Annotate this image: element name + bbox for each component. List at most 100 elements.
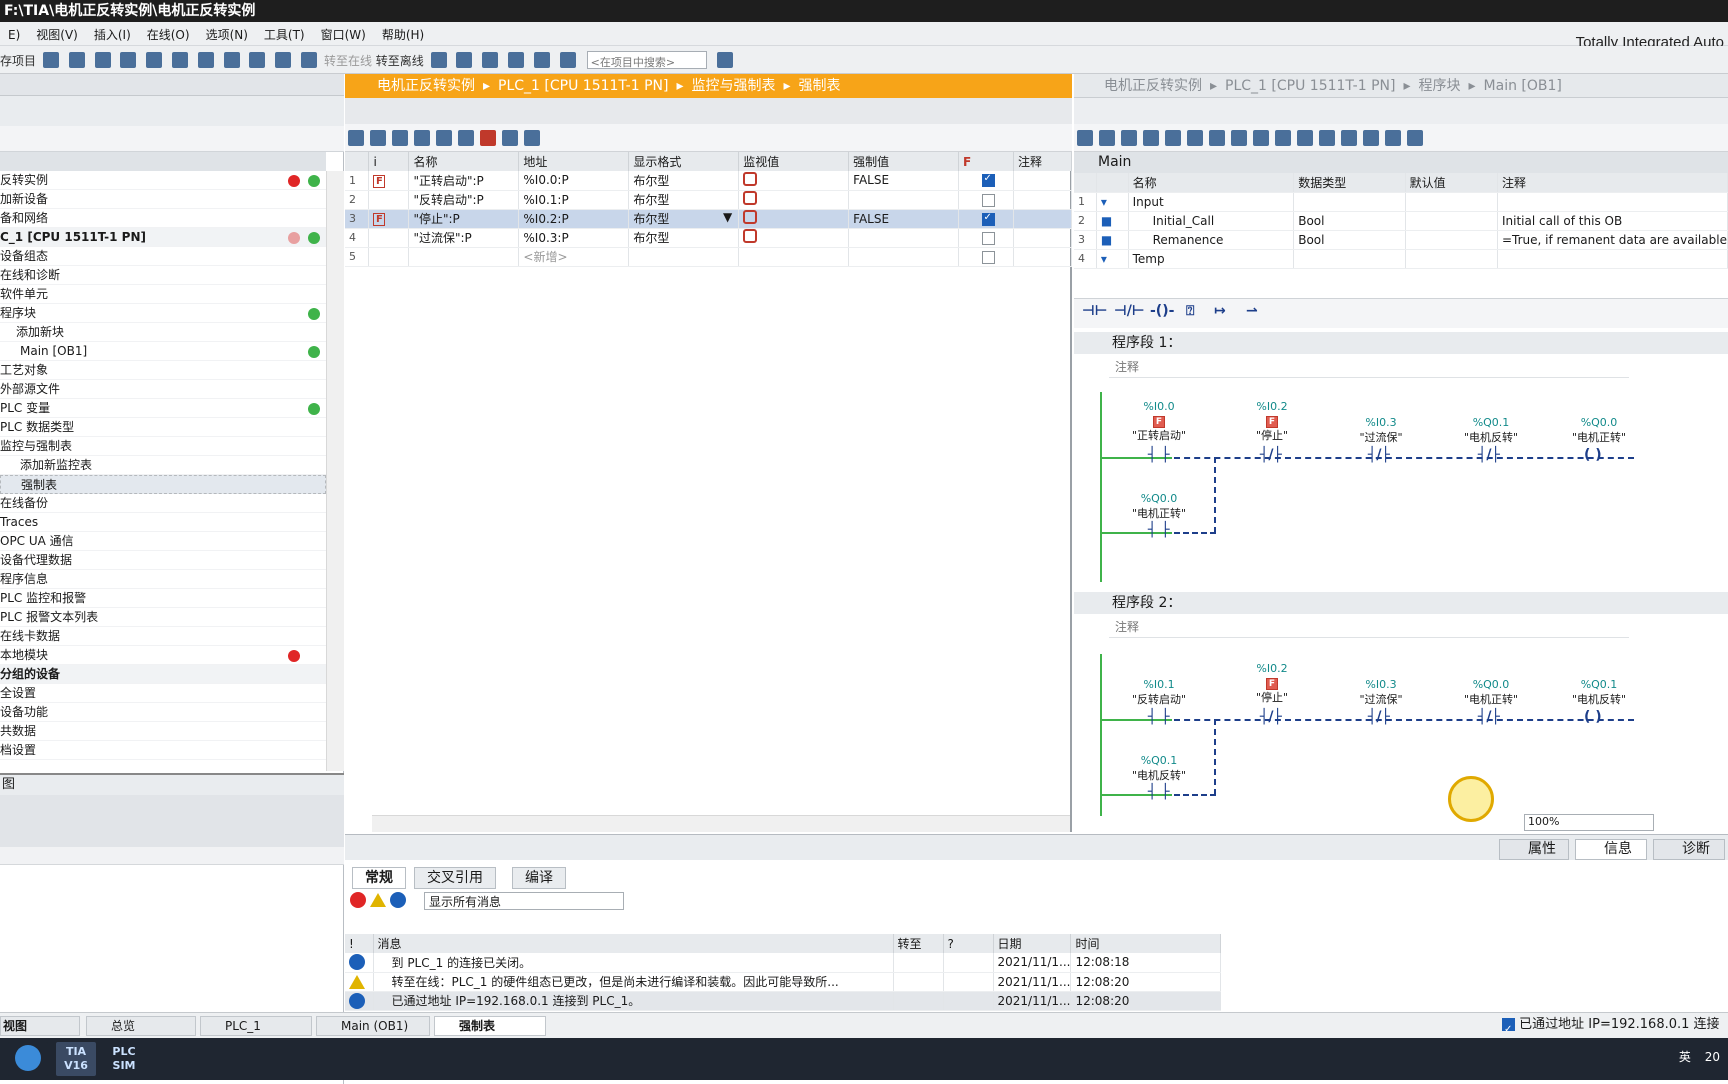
tree-item[interactable]: 在线和诊断 <box>0 266 326 285</box>
col-force-value[interactable]: 强制值 <box>848 152 960 171</box>
menu-view[interactable]: 视图(V) <box>28 22 86 43</box>
message-filter-select[interactable]: 显示所有消息 <box>424 892 624 910</box>
branch-contact-q00[interactable]: %Q0.0 "电机正转" <box>1104 492 1214 521</box>
tool-icon[interactable] <box>1209 130 1225 146</box>
branch-contact-q01[interactable]: %Q0.1 "电机反转" <box>1104 754 1214 783</box>
tree-item[interactable]: 档设置 <box>0 741 326 760</box>
tool-icon[interactable] <box>1407 130 1423 146</box>
zoom-select[interactable]: 100% <box>1524 814 1654 831</box>
tree-item[interactable]: 加新设备 <box>0 190 326 209</box>
menu-online[interactable]: 在线(O) <box>139 22 198 43</box>
tree-item[interactable]: OPC UA 通信 <box>0 532 326 551</box>
col-address[interactable]: 地址 <box>518 152 630 171</box>
detail-view-header[interactable]: 图 <box>0 773 344 795</box>
insert-row-icon[interactable] <box>348 130 364 146</box>
paste-icon[interactable] <box>120 52 137 68</box>
table-row[interactable]: 2 ■ Initial_Call Bool Initial call of this O… <box>1074 211 1728 231</box>
tree-item[interactable]: 本地模块 <box>0 646 326 665</box>
tree-item[interactable]: 外部源文件 <box>0 380 326 399</box>
tree-item[interactable]: 备和网络 <box>0 209 326 228</box>
tool-icon[interactable] <box>1341 130 1357 146</box>
force-checkbox[interactable] <box>981 173 995 188</box>
tree-item[interactable]: 设备代理数据 <box>0 551 326 570</box>
tab-diagnostics[interactable]: 诊断 <box>1653 839 1725 860</box>
tree-scrollbar[interactable] <box>326 171 344 771</box>
contact-i01[interactable]: %I0.1 "反转启动" <box>1104 678 1214 707</box>
tree-item[interactable]: Main [OB1] <box>0 342 326 361</box>
close-branch-icon[interactable]: ⇀ <box>1246 303 1258 319</box>
tab-info[interactable]: 信息 <box>1575 839 1647 860</box>
tool-icon[interactable] <box>1319 130 1335 146</box>
tree-item[interactable]: 添加新监控表 <box>0 456 326 475</box>
coil-icon[interactable]: -()- <box>1150 303 1174 319</box>
col-comment[interactable]: 注释 <box>1013 152 1073 171</box>
menu-window[interactable]: 窗口(W) <box>313 22 374 43</box>
table-row[interactable]: 3 ■ Remanence Bool =True, if remanent data a… <box>1074 230 1728 250</box>
force-all-icon[interactable] <box>436 130 452 146</box>
split-vertical-icon[interactable] <box>559 52 576 68</box>
network-2-comment[interactable]: 注释 <box>1109 616 1629 638</box>
force-checkbox[interactable] <box>981 250 995 264</box>
task-force-table[interactable]: 强制表 <box>434 1016 546 1036</box>
network-2-header[interactable]: 程序段 2： <box>1074 592 1728 614</box>
tab-properties[interactable]: 属性 <box>1499 839 1569 860</box>
delete-icon[interactable] <box>146 52 163 68</box>
empty-box-icon[interactable]: ⍰ <box>1186 303 1194 319</box>
tool-icon[interactable] <box>1077 130 1093 146</box>
tree-item[interactable]: 在线卡数据 <box>0 627 326 646</box>
tree-item-plc[interactable]: C_1 [CPU 1511T-1 PN] <box>0 228 326 247</box>
tree-item[interactable]: 反转实例 <box>0 171 326 190</box>
close-icon[interactable] <box>508 52 525 68</box>
table-row[interactable]: 5 <新增> <box>345 247 1073 267</box>
contact-q00[interactable]: %Q0.0 "电机正转" <box>1436 678 1546 707</box>
force-checkbox[interactable] <box>981 231 995 245</box>
start-icon[interactable] <box>8 1042 48 1076</box>
contact-i03[interactable]: %I0.3 "过流保" <box>1326 416 1436 445</box>
tool-icon[interactable] <box>1275 130 1291 146</box>
info-filter-icon[interactable] <box>389 892 406 908</box>
tia-portal-app[interactable]: TIA V16 <box>56 1042 96 1076</box>
tree-item[interactable]: 设备组态 <box>0 247 326 266</box>
normally-open-contact-icon[interactable]: ⊣⊢ <box>1082 303 1108 319</box>
clock[interactable]: 20 <box>1705 1050 1720 1064</box>
tree-item[interactable]: 添加新块 <box>0 323 326 342</box>
tree-item[interactable]: 在线备份 <box>0 494 326 513</box>
menu-insert[interactable]: 插入(I) <box>86 22 139 43</box>
menu-help[interactable]: 帮助(H) <box>374 22 432 43</box>
tree-item[interactable]: PLC 变量 <box>0 399 326 418</box>
tree-item[interactable]: 全设置 <box>0 684 326 703</box>
tab-general[interactable]: 常规 <box>352 867 406 889</box>
tree-item[interactable]: PLC 数据类型 <box>0 418 326 437</box>
tool-icon[interactable] <box>1165 130 1181 146</box>
go-online-button[interactable]: 转至在线 <box>324 52 372 69</box>
table-row-selected[interactable]: 3 F "停止":P %I0.2:P 布尔型 ▼ FALSE <box>345 209 1073 229</box>
tree-item[interactable]: 分组的设备 <box>0 665 326 684</box>
tree-item[interactable]: PLC 监控和报警 <box>0 589 326 608</box>
force-icon[interactable] <box>458 130 474 146</box>
tool-icon[interactable] <box>1121 130 1137 146</box>
stop-cpu-icon[interactable] <box>482 52 499 68</box>
accessible-devices-icon[interactable] <box>430 52 447 68</box>
error-filter-icon[interactable] <box>350 892 366 908</box>
col-info[interactable]: i <box>368 152 410 171</box>
task-portal-view[interactable]: 视图 <box>0 1016 80 1036</box>
tree-item[interactable]: 监控与强制表 <box>0 437 326 456</box>
normally-closed-contact-icon[interactable]: ⊣/⊢ <box>1114 303 1145 319</box>
menu-edit[interactable]: E) <box>0 24 28 42</box>
col-name[interactable]: 名称 <box>408 152 520 171</box>
ime-indicator[interactable]: 英 <box>1679 1050 1691 1064</box>
table-row[interactable]: 2 "反转启动":P %I0.1:P 布尔型 <box>345 190 1073 210</box>
network-1-comment[interactable]: 注释 <box>1109 356 1629 378</box>
coil-q00[interactable]: %Q0.0 "电机正转" <box>1544 416 1654 445</box>
undo-icon[interactable] <box>171 52 188 68</box>
tree-item[interactable]: 工艺对象 <box>0 361 326 380</box>
go-offline-button[interactable]: 转至离线 <box>376 52 424 69</box>
contact-i03[interactable]: %I0.3 "过流保" <box>1326 678 1436 707</box>
monitor-icon[interactable] <box>414 130 430 146</box>
tool-icon[interactable] <box>1099 130 1115 146</box>
tool-icon[interactable] <box>1143 130 1159 146</box>
redo-icon[interactable] <box>197 52 214 68</box>
save-project-button[interactable]: 存项目 <box>0 52 36 69</box>
menu-options[interactable]: 选项(N) <box>198 22 256 43</box>
download-icon[interactable] <box>249 52 266 68</box>
